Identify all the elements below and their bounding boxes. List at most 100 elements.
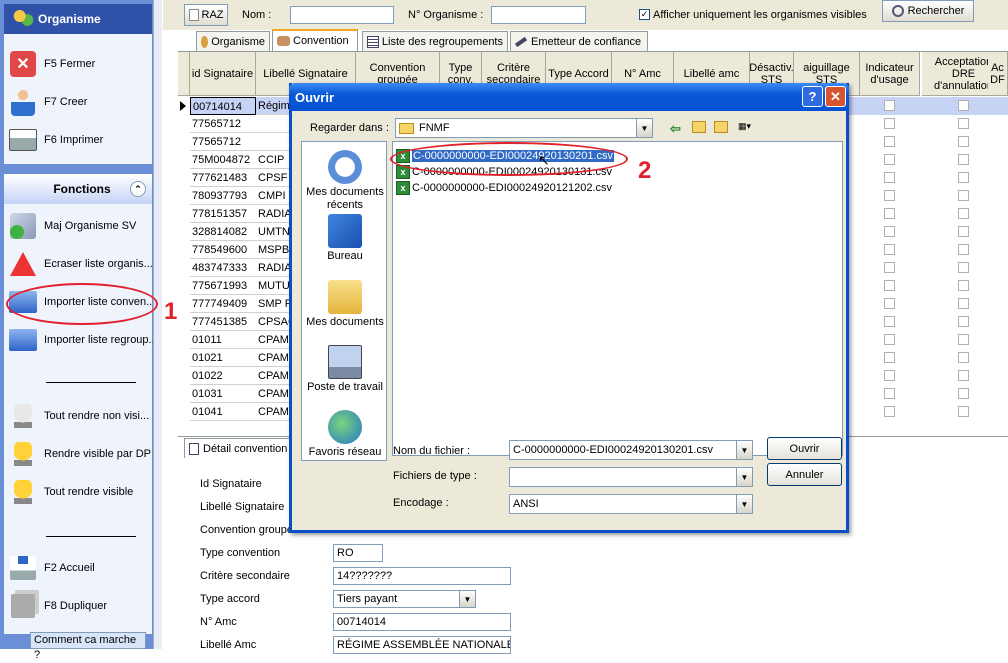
rechercher-button[interactable]: Rechercher	[882, 0, 974, 22]
libelle-amc-input[interactable]: RÉGIME ASSEMBLÉE NATIONALE	[333, 636, 511, 654]
place-bureau[interactable]: Bureau	[302, 214, 388, 263]
row-checkbox[interactable]	[884, 208, 895, 219]
row-checkbox[interactable]	[958, 136, 969, 147]
table-cell[interactable]: 777749409	[190, 295, 256, 313]
table-cell[interactable]: 01022	[190, 367, 256, 385]
place-favoris-reseau[interactable]: Favoris réseau	[302, 410, 388, 459]
table-cell[interactable]: 00714014	[190, 97, 256, 115]
dialog-titlebar[interactable]: Ouvrir ? ✕	[289, 83, 849, 111]
column-header[interactable]: Indicateur d'usage	[860, 52, 920, 96]
table-cell[interactable]: 328814082	[190, 223, 256, 241]
chevron-down-icon[interactable]: ▼	[736, 495, 752, 513]
type-accord-select[interactable]: Tiers payant ▼	[333, 590, 476, 608]
file-item[interactable]: x C-0000000000-EDI00024920121202.csv	[396, 180, 612, 196]
row-checkbox[interactable]	[958, 334, 969, 345]
row-checkbox[interactable]	[958, 226, 969, 237]
table-cell[interactable]: 778151357	[190, 205, 256, 223]
column-header[interactable]: id Signataire	[190, 52, 256, 96]
row-checkbox[interactable]	[884, 154, 895, 165]
table-cell[interactable]: 778549600	[190, 241, 256, 259]
table-cell[interactable]: 01031	[190, 385, 256, 403]
row-checkbox[interactable]	[958, 208, 969, 219]
file-list[interactable]: x C-0000000000-EDI00024920130201.csv x C-0…	[392, 141, 843, 456]
fonctions-panel-header[interactable]: Fonctions ⌃	[4, 174, 152, 204]
table-cell[interactable]: 01021	[190, 349, 256, 367]
row-checkbox[interactable]	[958, 316, 969, 327]
sidebar-splitter[interactable]	[153, 0, 162, 649]
row-checkbox[interactable]	[884, 370, 895, 381]
row-checkbox[interactable]	[958, 352, 969, 363]
sidebar-item-imprimer[interactable]: F6 Imprimer	[8, 122, 103, 158]
tab-detail-convention[interactable]: Détail convention	[184, 438, 290, 458]
new-folder-icon[interactable]	[714, 121, 728, 133]
row-checkbox[interactable]	[884, 190, 895, 201]
up-folder-icon[interactable]	[692, 121, 706, 133]
tab-regroupements[interactable]: Liste des regroupements	[362, 31, 508, 51]
lookin-select[interactable]: FNMF ▼	[395, 118, 653, 138]
critere-input[interactable]: 14???????	[333, 567, 511, 585]
help-icon[interactable]: ?	[802, 86, 823, 107]
sidebar-item-ecraser[interactable]: Ecraser liste organis...	[8, 246, 153, 282]
chevron-down-icon[interactable]: ▼	[459, 591, 475, 607]
row-checkbox[interactable]	[958, 244, 969, 255]
table-cell[interactable]: 777621483	[190, 169, 256, 187]
tab-emetteur[interactable]: Emetteur de confiance	[510, 31, 648, 51]
sidebar-item-visible-dp[interactable]: Rendre visible par DP	[8, 436, 151, 472]
row-checkbox[interactable]	[958, 280, 969, 291]
sidebar-item-maj-organisme[interactable]: Maj Organisme SV	[8, 208, 136, 244]
norg-input[interactable]	[491, 6, 586, 24]
row-checkbox[interactable]	[884, 388, 895, 399]
view-menu-icon[interactable]: ▦▾	[738, 121, 758, 133]
row-checkbox[interactable]	[884, 298, 895, 309]
place-mes-documents[interactable]: Mes documents	[302, 280, 388, 329]
row-checkbox[interactable]	[958, 262, 969, 273]
row-checkbox[interactable]	[884, 334, 895, 345]
row-checkbox[interactable]	[884, 136, 895, 147]
chevron-down-icon[interactable]: ▼	[636, 119, 652, 137]
table-cell[interactable]: 775671993	[190, 277, 256, 295]
row-checkbox[interactable]	[884, 244, 895, 255]
row-checkbox[interactable]	[958, 190, 969, 201]
sidebar-item-fermer[interactable]: ✕ F5 Fermer	[8, 46, 95, 82]
column-header[interactable]: Ac DF	[988, 52, 1008, 96]
row-checkbox[interactable]	[884, 172, 895, 183]
row-checkbox[interactable]	[958, 154, 969, 165]
type-convention-input[interactable]: RO	[333, 544, 383, 562]
row-checkbox[interactable]	[884, 262, 895, 273]
row-checkbox[interactable]	[884, 406, 895, 417]
table-cell[interactable]: 483747333	[190, 259, 256, 277]
collapse-icon[interactable]: ⌃	[130, 181, 146, 197]
open-button[interactable]: Ouvrir	[767, 437, 842, 460]
table-cell[interactable]: 01041	[190, 403, 256, 421]
table-cell[interactable]: 01011	[190, 331, 256, 349]
row-checkbox[interactable]	[884, 280, 895, 291]
row-checkbox[interactable]	[958, 388, 969, 399]
table-cell[interactable]: 777451385	[190, 313, 256, 331]
cancel-button[interactable]: Annuler	[767, 463, 842, 486]
table-cell[interactable]: 77565712	[190, 133, 256, 151]
chevron-down-icon[interactable]: ▼	[736, 468, 752, 486]
visible-checkbox[interactable]: ✓	[639, 9, 650, 20]
close-icon[interactable]: ✕	[825, 86, 846, 107]
row-checkbox[interactable]	[884, 316, 895, 327]
row-checkbox[interactable]	[958, 100, 969, 111]
sidebar-item-dupliquer[interactable]: F8 Dupliquer	[8, 588, 107, 624]
row-checkbox[interactable]	[884, 100, 895, 111]
amc-input[interactable]: 00714014	[333, 613, 511, 631]
row-checkbox[interactable]	[884, 118, 895, 129]
sidebar-item-tout-non-visible[interactable]: Tout rendre non visi...	[8, 398, 149, 434]
sidebar-item-creer[interactable]: F7 Creer	[8, 84, 87, 120]
filename-input[interactable]: C-0000000000-EDI00024920130201.csv ▼	[509, 440, 753, 460]
row-checkbox[interactable]	[958, 298, 969, 309]
tab-organisme[interactable]: Organisme	[196, 31, 270, 51]
row-checkbox[interactable]	[958, 172, 969, 183]
help-link[interactable]: Comment ca marche ?	[30, 632, 146, 661]
sidebar-item-importer-regroupements[interactable]: Importer liste regroup...	[8, 322, 158, 358]
sidebar-item-accueil[interactable]: F2 Accueil	[8, 550, 95, 586]
filetype-select[interactable]: ▼	[509, 467, 753, 487]
row-checkbox[interactable]	[958, 370, 969, 381]
tab-convention[interactable]: Convention	[272, 29, 358, 51]
back-icon[interactable]: ⇦	[670, 121, 681, 137]
sidebar-item-tout-visible[interactable]: Tout rendre visible	[8, 474, 133, 510]
chevron-down-icon[interactable]: ▼	[736, 441, 752, 459]
